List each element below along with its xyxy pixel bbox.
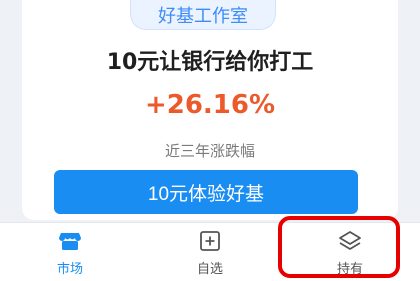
try-fund-button[interactable]: 10元体验好基 bbox=[54, 170, 358, 214]
return-percentage: +26.16% bbox=[144, 90, 276, 120]
tab-market[interactable]: 市场 bbox=[0, 223, 140, 281]
add-watchlist-icon bbox=[200, 230, 220, 251]
studio-badge: 好基工作室 bbox=[130, 0, 276, 30]
tab-watchlist-label: 自选 bbox=[196, 261, 223, 277]
market-store-icon bbox=[59, 232, 81, 250]
holdings-highlight-box bbox=[278, 216, 400, 278]
tab-watchlist[interactable]: 自选 bbox=[140, 223, 280, 281]
promo-headline: 10元让银行给你打工 bbox=[106, 50, 314, 75]
return-period-label: 近三年涨跌幅 bbox=[164, 142, 255, 160]
tab-market-label: 市场 bbox=[56, 261, 83, 277]
